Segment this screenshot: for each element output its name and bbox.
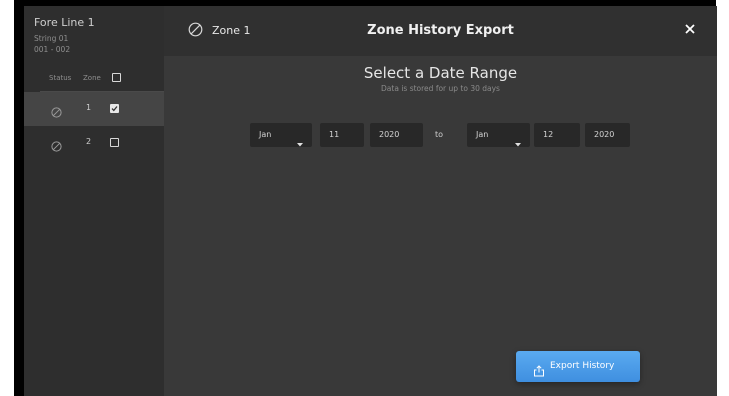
page-title: Zone History Export (367, 23, 514, 38)
panel-header: Zone 1 Zone History Export (164, 6, 717, 56)
caret-down-icon (515, 133, 521, 157)
sidebar-range: 001 - 002 (34, 45, 71, 54)
sidebar: Fore Line 1 String 01 001 - 002 Status Z… (24, 6, 168, 396)
export-panel: Zone 1 Zone History Export Select a Date… (164, 6, 717, 396)
sidebar-title: Fore Line 1 (34, 16, 95, 29)
to-year-value: 2020 (594, 130, 615, 139)
zone-row-2[interactable]: 2 (24, 126, 164, 160)
column-zone-header: Zone (83, 74, 101, 82)
export-history-button[interactable]: Export History (516, 351, 640, 382)
to-month-select[interactable]: Jan (467, 123, 530, 147)
to-day-input[interactable]: 12 (534, 123, 580, 147)
from-day-value: 11 (329, 130, 340, 139)
status-disabled-icon (51, 103, 62, 122)
to-label: to (435, 130, 444, 139)
date-range-heading: Select a Date Range (363, 64, 518, 82)
to-day-value: 12 (543, 130, 554, 139)
close-icon[interactable] (683, 21, 697, 35)
from-year-value: 2020 (379, 130, 400, 139)
from-month-value: Jan (259, 130, 272, 139)
zone-number: 1 (86, 103, 92, 112)
caret-down-icon (297, 133, 303, 157)
from-year-input[interactable]: 2020 (370, 123, 423, 147)
export-icon (533, 360, 545, 391)
from-day-input[interactable]: 11 (320, 123, 364, 147)
select-all-checkbox[interactable] (112, 73, 121, 82)
sidebar-string: String 01 (34, 34, 69, 43)
date-range-subheading: Data is stored for up to 30 days (381, 84, 500, 93)
to-month-value: Jan (476, 130, 489, 139)
column-status-header: Status (49, 74, 72, 82)
status-disabled-icon (51, 137, 62, 156)
from-month-select[interactable]: Jan (250, 123, 312, 147)
zone-number: 2 (86, 137, 92, 146)
zone-row-1[interactable]: 1 (24, 92, 164, 126)
zone-checkbox[interactable] (110, 104, 119, 113)
export-history-label: Export History (550, 361, 615, 371)
to-year-input[interactable]: 2020 (585, 123, 630, 147)
zone-checkbox[interactable] (110, 138, 119, 147)
